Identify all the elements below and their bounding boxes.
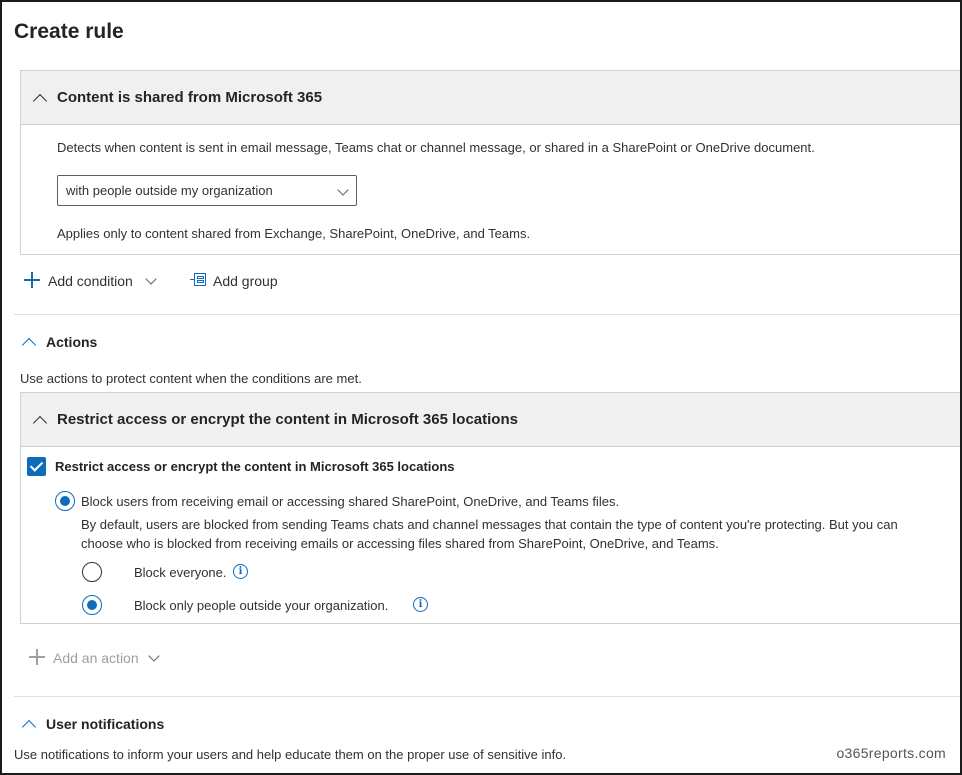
chevron-down-icon <box>149 653 159 663</box>
sharing-scope-dropdown[interactable]: with people outside my organization <box>57 175 357 206</box>
watermark: o365reports.com <box>836 745 946 761</box>
add-condition-label: Add condition <box>48 273 133 289</box>
info-icon[interactable]: i <box>233 564 248 579</box>
action-card-header[interactable]: Restrict access or encrypt the content i… <box>21 393 960 447</box>
actions-description: Use actions to protect content when the … <box>20 371 362 386</box>
block-users-radio[interactable] <box>55 491 75 511</box>
add-action-label: Add an action <box>53 650 139 666</box>
actions-heading: Actions <box>46 334 98 350</box>
section-divider <box>14 696 960 697</box>
section-divider <box>14 314 960 315</box>
condition-card-title: Content is shared from Microsoft 365 <box>57 89 323 106</box>
group-icon <box>190 273 206 287</box>
add-group-label: Add group <box>213 273 278 289</box>
add-action-button[interactable]: Add an action <box>27 647 167 669</box>
restrict-access-checkbox-label: Restrict access or encrypt the content i… <box>55 459 455 474</box>
condition-card-header[interactable]: Content is shared from Microsoft 365 <box>21 71 960 125</box>
block-outside-org-radio[interactable] <box>82 595 102 615</box>
user-notifications-toggle[interactable]: User notifications <box>22 716 164 732</box>
restrict-access-checkbox[interactable] <box>27 457 46 476</box>
plus-icon <box>24 272 40 288</box>
info-icon[interactable]: i <box>413 597 428 612</box>
create-rule-panel: Create rule Content is shared from Micro… <box>0 0 962 775</box>
condition-description: Detects when content is sent in email me… <box>57 140 815 155</box>
dropdown-value: with people outside my organization <box>66 183 273 198</box>
block-users-description-line2: choose who is blocked from receiving ema… <box>81 536 719 551</box>
condition-card: Content is shared from Microsoft 365 Det… <box>20 70 960 255</box>
block-users-radio-label: Block users from receiving email or acce… <box>81 494 620 509</box>
block-everyone-radio[interactable] <box>82 562 102 582</box>
chevron-down-icon <box>146 276 156 286</box>
chevron-up-icon[interactable] <box>33 413 47 427</box>
action-card: Restrict access or encrypt the content i… <box>20 392 960 624</box>
chevron-down-icon <box>338 187 348 197</box>
block-users-description: By default, users are blocked from sendi… <box>81 517 898 532</box>
user-notifications-heading: User notifications <box>46 716 165 732</box>
actions-section-toggle[interactable]: Actions <box>22 334 97 350</box>
block-outside-org-label: Block only people outside your organizat… <box>134 598 389 613</box>
action-card-title: Restrict access or encrypt the content i… <box>57 411 518 428</box>
add-condition-button[interactable]: Add condition <box>22 270 162 292</box>
chevron-up-icon <box>22 335 36 349</box>
user-notifications-description: Use notifications to inform your users a… <box>14 747 567 762</box>
block-everyone-label: Block everyone. <box>134 565 227 580</box>
page-title: Create rule <box>14 20 124 43</box>
chevron-up-icon[interactable] <box>33 91 47 105</box>
add-group-button[interactable]: Add group <box>188 270 288 292</box>
chevron-up-icon <box>22 717 36 731</box>
condition-note: Applies only to content shared from Exch… <box>57 226 531 241</box>
plus-icon <box>29 649 45 665</box>
